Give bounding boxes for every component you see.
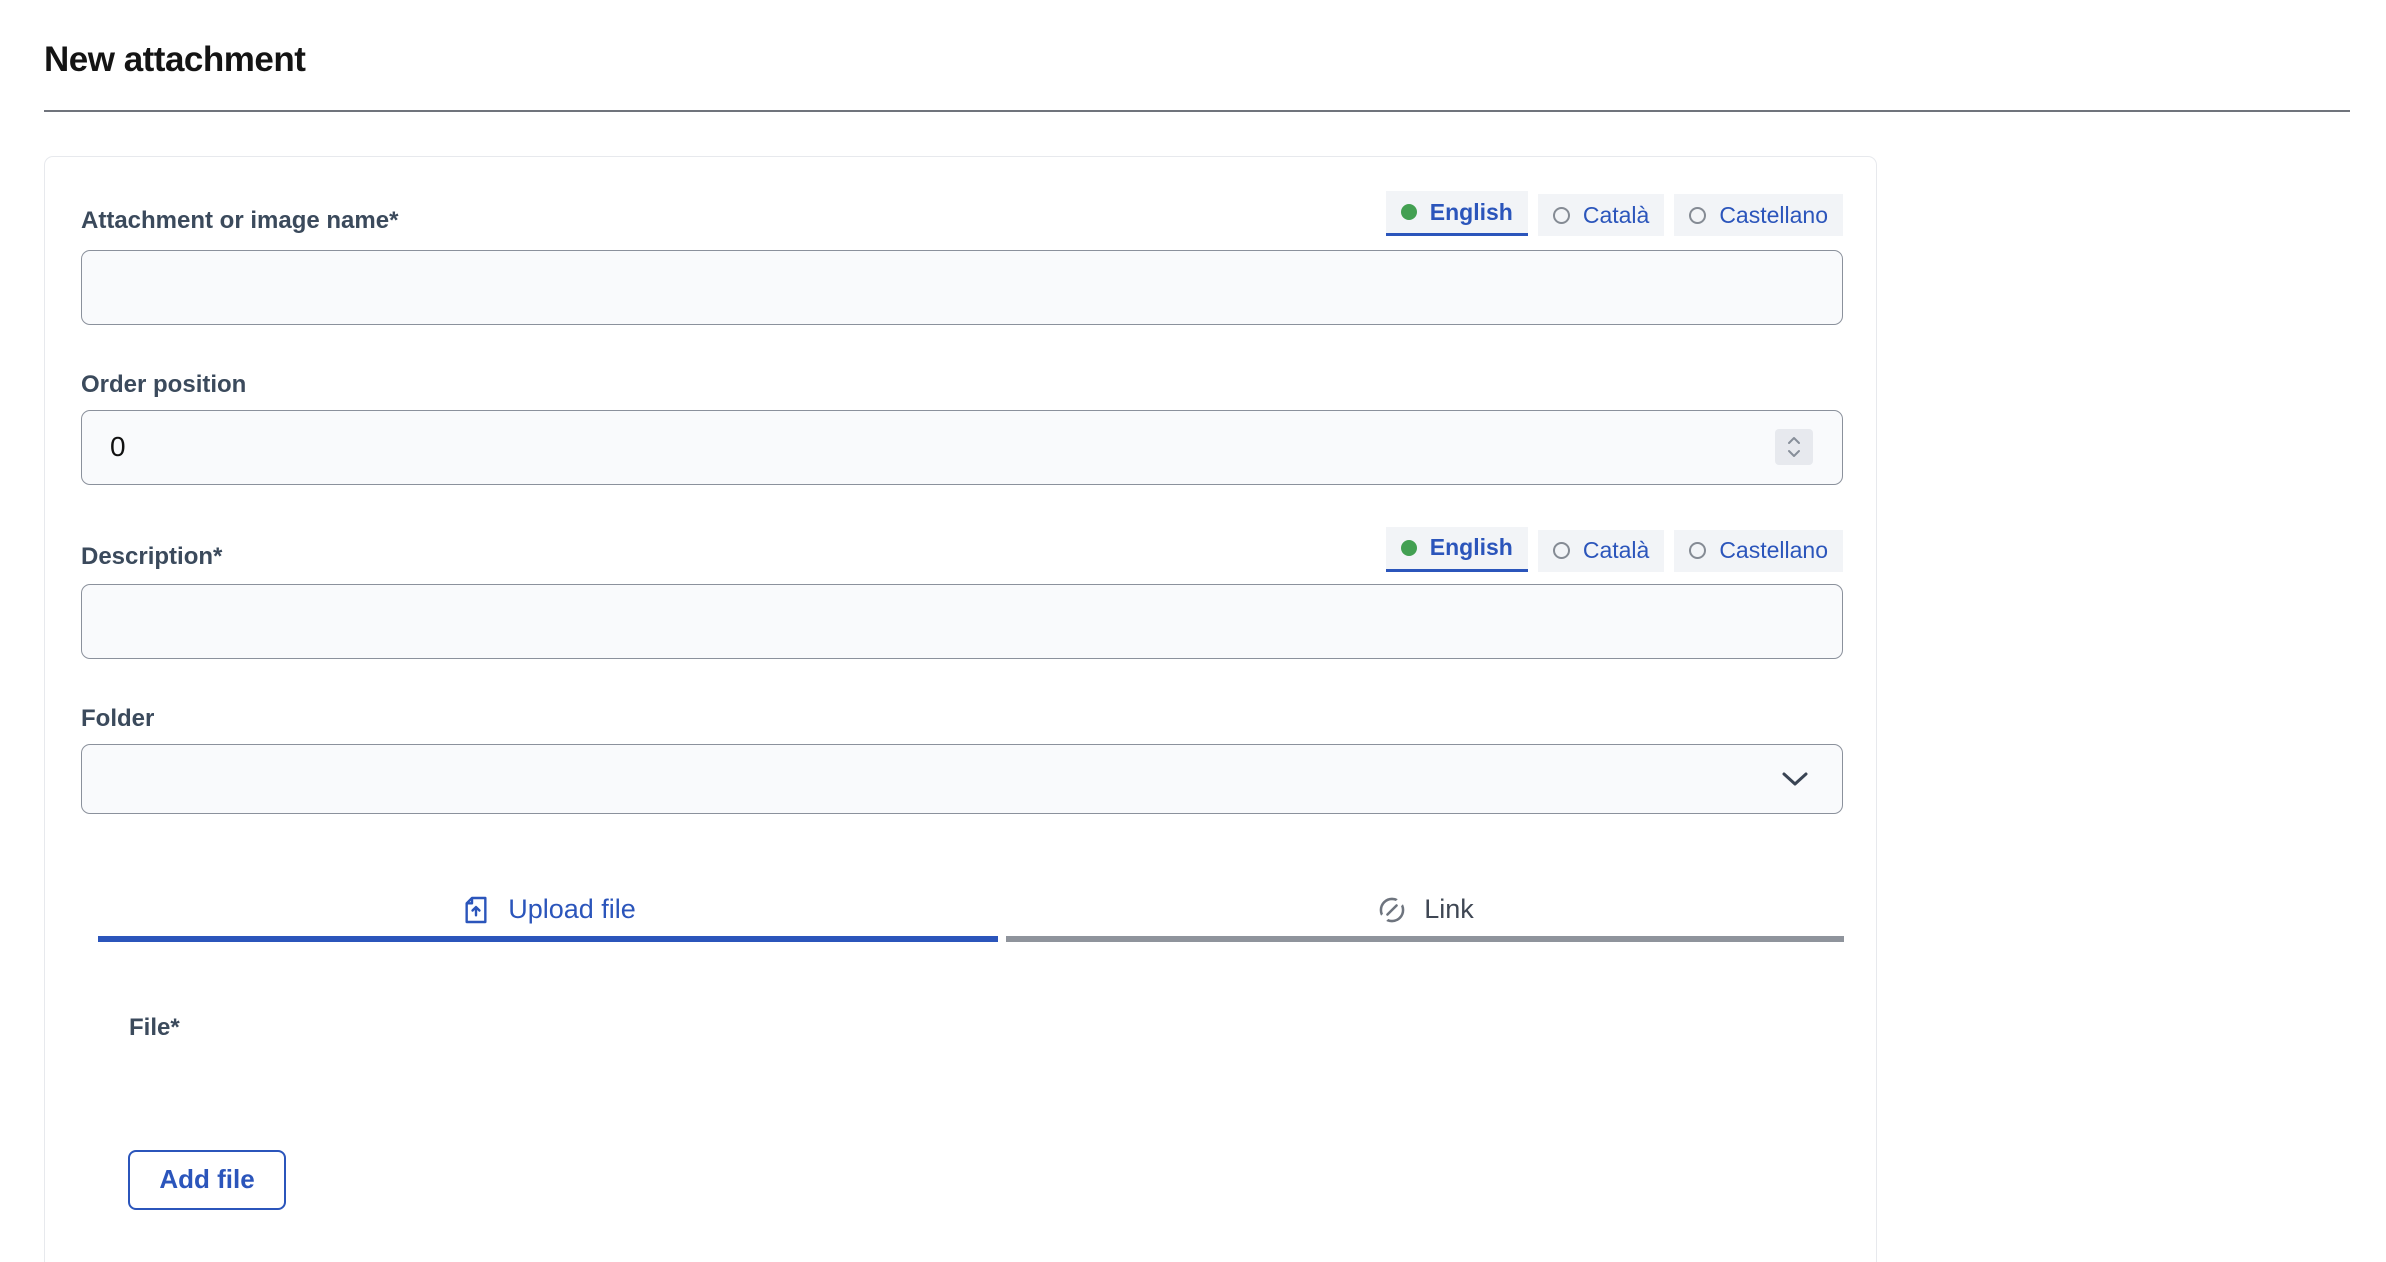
name-field-row: Attachment or image name* English Català…: [81, 191, 1843, 236]
lang-option-label: Català: [1583, 537, 1649, 564]
lang-option-castellano[interactable]: Castellano: [1674, 194, 1843, 236]
attachment-source-tabs: Upload file Link: [98, 894, 1844, 942]
new-attachment-page: New attachment Attachment or image name*…: [0, 0, 2386, 1262]
folder-label: Folder: [81, 705, 1843, 734]
file-upload-icon: [460, 894, 492, 926]
order-position-wrapper: [81, 410, 1843, 485]
radio-unselected-icon: [1553, 207, 1570, 224]
lang-option-english[interactable]: English: [1386, 527, 1528, 572]
radio-unselected-icon: [1553, 542, 1570, 559]
lang-option-catala[interactable]: Català: [1538, 530, 1664, 572]
description-field-label: Description*: [81, 543, 222, 572]
description-field-row: Description* English Català Castellano: [81, 527, 1843, 572]
radio-selected-icon: [1401, 204, 1417, 220]
stepper-chevrons-icon: [1785, 434, 1803, 460]
order-position-input[interactable]: [81, 410, 1843, 485]
page-title: New attachment: [44, 40, 305, 80]
lang-option-label: Català: [1583, 202, 1649, 229]
language-selector-description: English Català Castellano: [1386, 527, 1843, 572]
lang-option-label: Castellano: [1719, 537, 1828, 564]
number-stepper[interactable]: [1775, 429, 1813, 465]
tab-link[interactable]: Link: [1006, 894, 1844, 942]
lang-option-catala[interactable]: Català: [1538, 194, 1664, 236]
radio-selected-icon: [1401, 540, 1417, 556]
lang-option-label: English: [1430, 534, 1513, 561]
lang-option-label: Castellano: [1719, 202, 1828, 229]
tab-label: Upload file: [508, 894, 636, 925]
lang-option-label: English: [1430, 199, 1513, 226]
lang-option-castellano[interactable]: Castellano: [1674, 530, 1843, 572]
attachment-form-card: Attachment or image name* English Català…: [44, 156, 1877, 1262]
folder-select[interactable]: [81, 744, 1843, 814]
name-input[interactable]: [81, 250, 1843, 325]
name-field-label: Attachment or image name*: [81, 207, 398, 236]
language-selector-name: English Català Castellano: [1386, 191, 1843, 236]
radio-unselected-icon: [1689, 207, 1706, 224]
radio-unselected-icon: [1689, 542, 1706, 559]
add-file-button[interactable]: Add file: [128, 1150, 286, 1210]
link-icon: [1376, 894, 1408, 926]
description-input[interactable]: [81, 584, 1843, 659]
tab-label: Link: [1424, 894, 1474, 925]
lang-option-english[interactable]: English: [1386, 191, 1528, 236]
order-position-label: Order position: [81, 371, 1843, 400]
folder-select-wrapper: [81, 744, 1843, 814]
title-divider: [44, 110, 2350, 112]
file-field-label: File*: [129, 1014, 1843, 1042]
tab-upload-file[interactable]: Upload file: [98, 894, 998, 942]
